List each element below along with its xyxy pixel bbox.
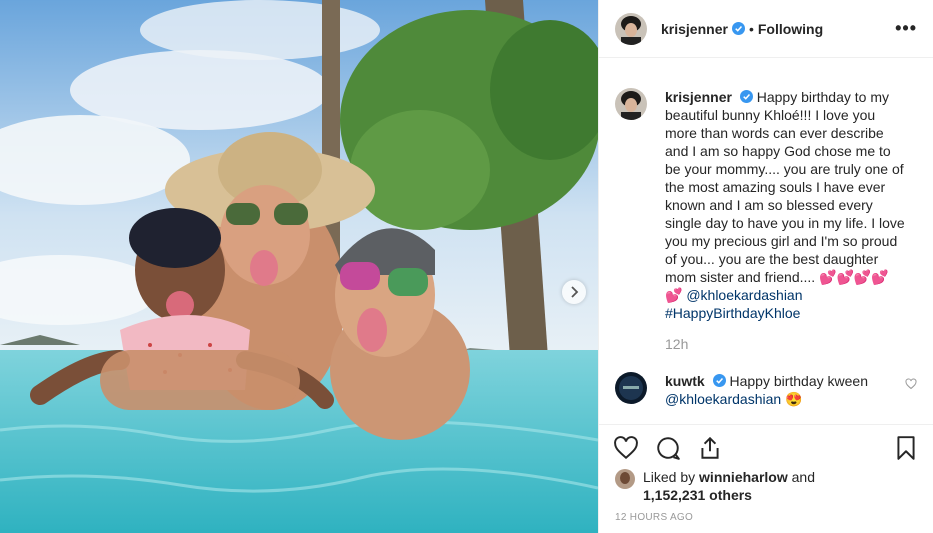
comment-mention-link[interactable]: @khloekardashian	[665, 391, 781, 407]
share-icon[interactable]	[697, 435, 723, 461]
caption-hashtag-link[interactable]: #HappyBirthdayKhloe	[665, 305, 800, 321]
verified-badge-icon	[739, 90, 753, 103]
caption-avatar[interactable]	[615, 88, 647, 120]
comment-text-block: kuwtk Happy birthday kween @khloekardash…	[665, 372, 893, 408]
caption-time[interactable]: 12h	[665, 336, 933, 352]
likes-summary: Liked by winnieharlow and 1,152,231 othe…	[615, 468, 815, 504]
liker-username[interactable]: winnieharlow	[699, 469, 788, 485]
likes-count[interactable]: 1,152,231 others	[643, 487, 752, 503]
comment-text: Happy birthday kween	[729, 373, 868, 389]
likes-prefix: Liked by	[643, 469, 700, 485]
caption-text: Happy birthday to my beautiful bunny Khl…	[665, 89, 905, 303]
header-separator: •	[748, 20, 754, 37]
post-side-panel: krisjenner • Following ••• krisjenner Ha…	[598, 0, 933, 533]
post-photo[interactable]	[0, 0, 598, 533]
caption-mention-link[interactable]: @khloekardashian	[686, 287, 802, 303]
verified-badge-icon	[731, 22, 745, 35]
bookmark-icon[interactable]	[893, 435, 919, 461]
post-timestamp[interactable]: 12 HOURS AGO	[615, 512, 693, 523]
author-avatar[interactable]	[615, 12, 647, 45]
caption-text-block: krisjenner Happy birthday to my beautifu…	[665, 88, 905, 322]
commenter-username[interactable]: kuwtk	[665, 373, 705, 389]
likes-middle: and	[787, 469, 815, 485]
action-bar	[599, 424, 933, 471]
verified-badge-icon	[712, 374, 726, 387]
chevron-right-icon	[571, 286, 579, 298]
photo-image	[0, 0, 598, 533]
caption-username[interactable]: krisjenner	[665, 89, 732, 105]
next-photo-button[interactable]	[562, 280, 586, 304]
comment-emoji: 😍	[785, 391, 803, 407]
comment-like-heart-icon[interactable]	[905, 378, 917, 390]
commenter-avatar[interactable]	[615, 372, 647, 404]
liker-avatar[interactable]	[615, 469, 635, 489]
comment-icon[interactable]	[655, 435, 681, 461]
following-button[interactable]: Following	[758, 21, 823, 37]
post-header: krisjenner • Following •••	[599, 0, 933, 58]
heart-icon[interactable]	[613, 435, 639, 461]
more-options-icon[interactable]: •••	[895, 18, 917, 39]
comment-row: kuwtk Happy birthday kween @khloekardash…	[599, 352, 933, 408]
caption-comment: krisjenner Happy birthday to my beautifu…	[599, 58, 933, 322]
author-username[interactable]: krisjenner	[661, 21, 728, 37]
comments-list[interactable]: krisjenner Happy birthday to my beautifu…	[599, 58, 933, 424]
